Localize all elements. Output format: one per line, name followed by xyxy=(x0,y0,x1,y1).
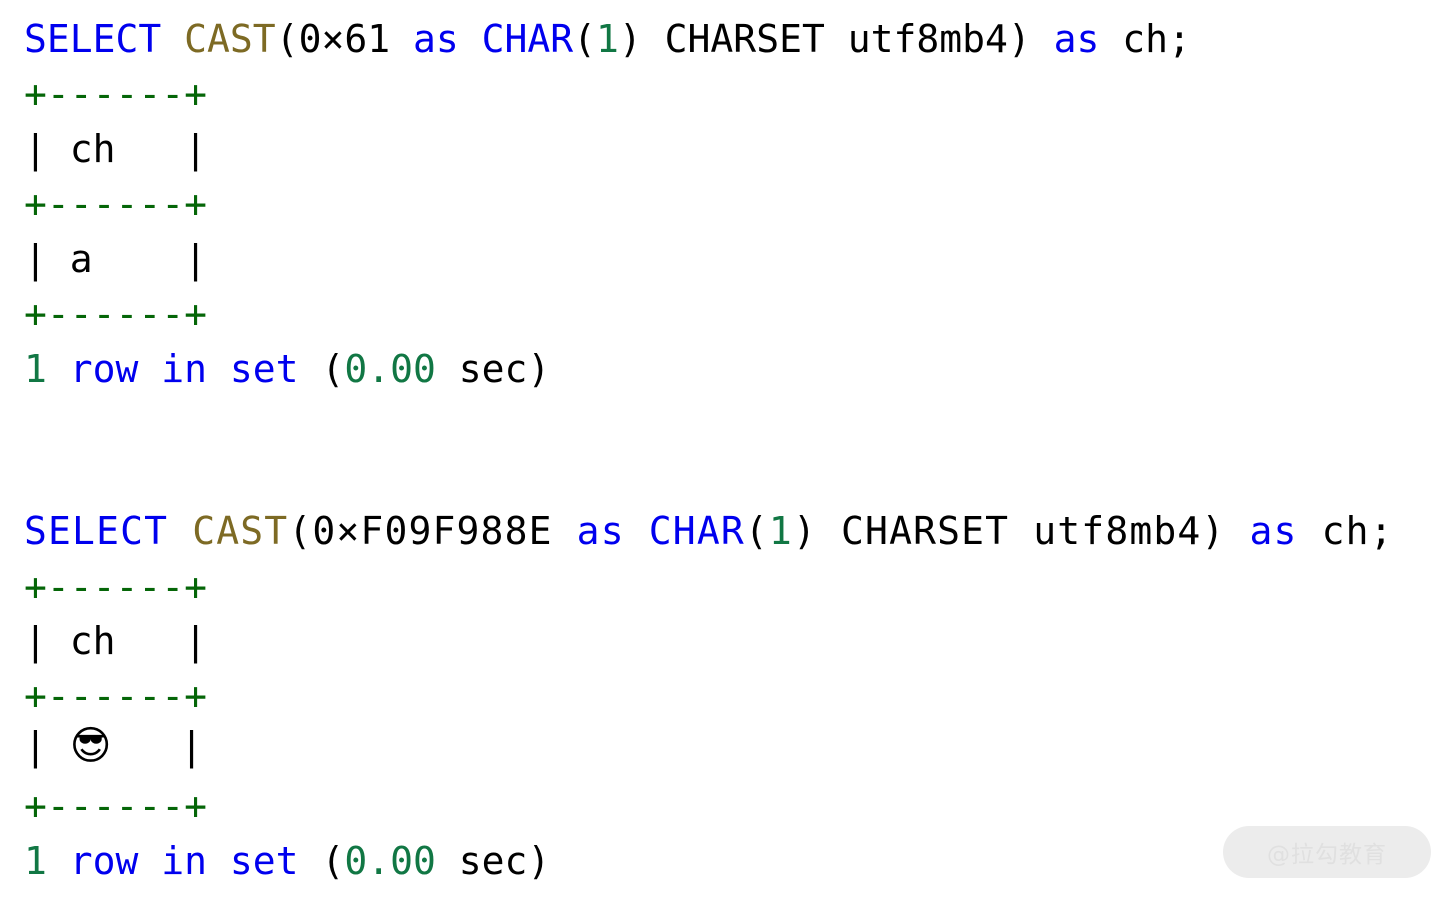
open-paren: ( xyxy=(321,347,345,391)
cell-value-emoji: 😎 xyxy=(69,723,112,769)
table-rule-bottom: +------+ xyxy=(24,292,208,336)
sql-keyword-as: as xyxy=(412,17,459,61)
row-count: 1 xyxy=(24,839,47,883)
watermark-badge: @拉勾教育 xyxy=(1223,826,1431,878)
pipe: | xyxy=(92,237,208,281)
status-line-1: 1 row in set (0.00 sec) xyxy=(24,350,550,388)
pipe: | xyxy=(24,237,70,281)
sql-charset-clause: ) CHARSET utf8mb4) xyxy=(792,509,1250,553)
sql-type-char: CHAR xyxy=(648,509,745,553)
sql-char-length: 1 xyxy=(768,509,793,553)
sql-statement-line-2: SELECT CAST(0×F09F988E as CHAR(1) CHARSE… xyxy=(24,512,1394,550)
time-unit: sec) xyxy=(458,839,551,883)
column-header-ch: ch xyxy=(69,127,116,171)
sql-type-char: CHAR xyxy=(481,17,574,61)
column-header-ch: ch xyxy=(69,619,116,663)
sql-alias-ch: ch; xyxy=(1099,17,1191,61)
sql-alias-ch: ch; xyxy=(1297,509,1394,553)
sql-char-length: 1 xyxy=(596,17,619,61)
table-rule-bottom: +------+ xyxy=(24,784,208,828)
table-rule-top: +------+ xyxy=(24,565,208,609)
table-rule-mid: +------+ xyxy=(24,182,208,226)
sql-keyword-select: SELECT xyxy=(24,509,169,553)
elapsed-time: 0.00 xyxy=(344,347,436,391)
sql-hex-literal: (0×F09F988E xyxy=(288,509,577,553)
table-header-row: | ch | xyxy=(24,622,207,660)
status-label: row in set xyxy=(69,347,299,391)
time-unit: sec) xyxy=(458,347,551,391)
sql-keyword-as-alias: as xyxy=(1249,509,1298,553)
sql-statement-line-1: SELECT CAST(0×61 as CHAR(1) CHARSET utf8… xyxy=(24,20,1191,58)
pipe: | xyxy=(111,724,203,768)
status-line-2: 1 row in set (0.00 sec) xyxy=(24,842,550,880)
sql-hex-literal: (0×61 xyxy=(275,17,413,61)
table-rule-top: +------+ xyxy=(24,72,208,116)
open-paren: ( xyxy=(321,839,345,883)
sql-function-cast: CAST xyxy=(184,17,276,61)
open-paren: ( xyxy=(744,509,769,553)
table-header-row: | ch | xyxy=(24,130,207,168)
sql-function-cast: CAST xyxy=(192,509,289,553)
sql-keyword-as: as xyxy=(576,509,625,553)
table-row: | a | xyxy=(24,240,207,278)
terminal-output: SELECT CAST(0×61 as CHAR(1) CHARSET utf8… xyxy=(0,0,1453,900)
pipe: | xyxy=(24,127,70,171)
status-label: row in set xyxy=(69,839,299,883)
pipe: | xyxy=(115,127,208,171)
pipe: | xyxy=(115,619,208,663)
cell-value: a xyxy=(69,237,93,281)
sql-keyword-select: SELECT xyxy=(24,17,162,61)
elapsed-time: 0.00 xyxy=(344,839,436,883)
table-row: | 😎 | xyxy=(24,724,203,768)
pipe: | xyxy=(24,619,70,663)
row-count: 1 xyxy=(24,347,47,391)
sql-keyword-as-alias: as xyxy=(1053,17,1100,61)
open-paren: ( xyxy=(573,17,597,61)
table-rule-mid: +------+ xyxy=(24,674,208,718)
sql-charset-clause: ) CHARSET utf8mb4) xyxy=(618,17,1054,61)
watermark-text: @拉勾教育 xyxy=(1267,842,1387,868)
pipe: | xyxy=(24,724,70,768)
